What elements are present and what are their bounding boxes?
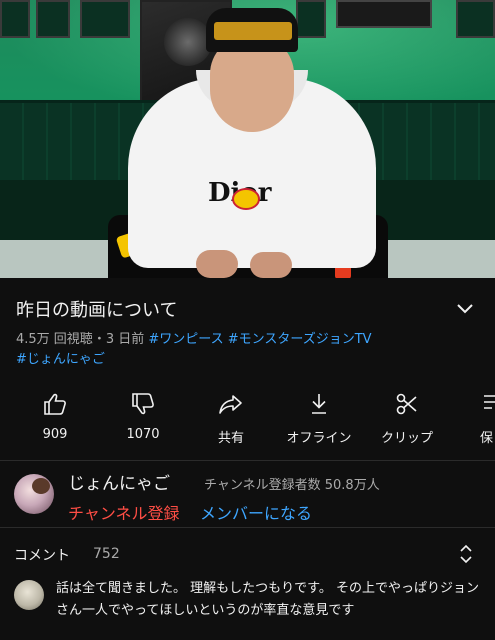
video-title[interactable]: 昨日の動画について xyxy=(16,296,177,322)
hashtag-link[interactable]: #ワンピース xyxy=(148,332,223,347)
thumbs-up-icon xyxy=(44,393,66,415)
like-button[interactable]: 909 xyxy=(10,392,100,448)
hand xyxy=(196,250,238,278)
video-player[interactable]: Dior xyxy=(0,0,495,278)
wall-frame xyxy=(296,0,326,38)
hashtag-link[interactable]: #じょんにゃご xyxy=(16,352,105,367)
like-count: 909 xyxy=(42,427,68,442)
dislike-count: 1070 xyxy=(126,427,160,442)
save-label: 保 xyxy=(480,431,494,446)
commenter-avatar[interactable] xyxy=(14,580,44,610)
download-label: オフライン xyxy=(286,431,352,446)
download-icon xyxy=(312,394,326,414)
share-label: 共有 xyxy=(217,431,244,446)
wall-frame xyxy=(0,0,30,38)
comments-expand-button[interactable] xyxy=(454,542,478,566)
wall-frame xyxy=(36,0,70,38)
wall-sign xyxy=(336,0,432,28)
unfold-icon xyxy=(460,544,472,564)
chevron-down-icon xyxy=(457,304,473,314)
divider xyxy=(0,527,495,528)
hoodie-bee xyxy=(232,188,260,210)
dislike-button[interactable]: 1070 xyxy=(98,392,188,448)
hand xyxy=(250,252,292,278)
action-bar: 909 1070 共有 オフライン クリップ 保 xyxy=(0,392,495,448)
channel-avatar[interactable] xyxy=(14,474,54,514)
clip-button[interactable]: クリップ xyxy=(362,392,452,448)
channel-name[interactable]: じょんにゃご xyxy=(68,469,170,494)
join-membership-button[interactable]: メンバーになる xyxy=(200,500,312,524)
expand-description-button[interactable] xyxy=(452,296,478,322)
view-count: 4.5万 回視聴 xyxy=(16,332,93,347)
divider xyxy=(0,460,495,461)
thumbs-down-icon xyxy=(132,393,154,415)
save-button[interactable]: 保 xyxy=(450,392,495,448)
comments-count: 752 xyxy=(93,546,120,562)
wall-frame xyxy=(456,0,495,38)
top-comment[interactable]: 話は全て聞きました。 理解もしたつもりです。 その上でやっぱりジョンさん一人でや… xyxy=(56,578,490,622)
comments-heading[interactable]: コメント xyxy=(14,545,70,565)
hashtag-link[interactable]: #モンスターズジョンTV xyxy=(228,332,372,347)
share-icon xyxy=(219,395,242,414)
clip-label: クリップ xyxy=(380,431,433,446)
video-meta: 4.5万 回視聴・3 日前 #ワンピース #モンスターズジョンTV #じょんにゃ… xyxy=(16,330,456,370)
save-to-playlist-icon xyxy=(484,395,495,409)
cap-logo xyxy=(214,22,292,40)
scissors-icon xyxy=(396,393,417,415)
share-button[interactable]: 共有 xyxy=(186,392,276,448)
subscribe-button[interactable]: チャンネル登録 xyxy=(68,500,180,524)
subscriber-count: チャンネル登録者数 50.8万人 xyxy=(204,478,380,493)
upload-age: ・3 日前 xyxy=(92,332,145,347)
wall-frame xyxy=(80,0,130,38)
download-button[interactable]: オフライン xyxy=(274,392,364,448)
